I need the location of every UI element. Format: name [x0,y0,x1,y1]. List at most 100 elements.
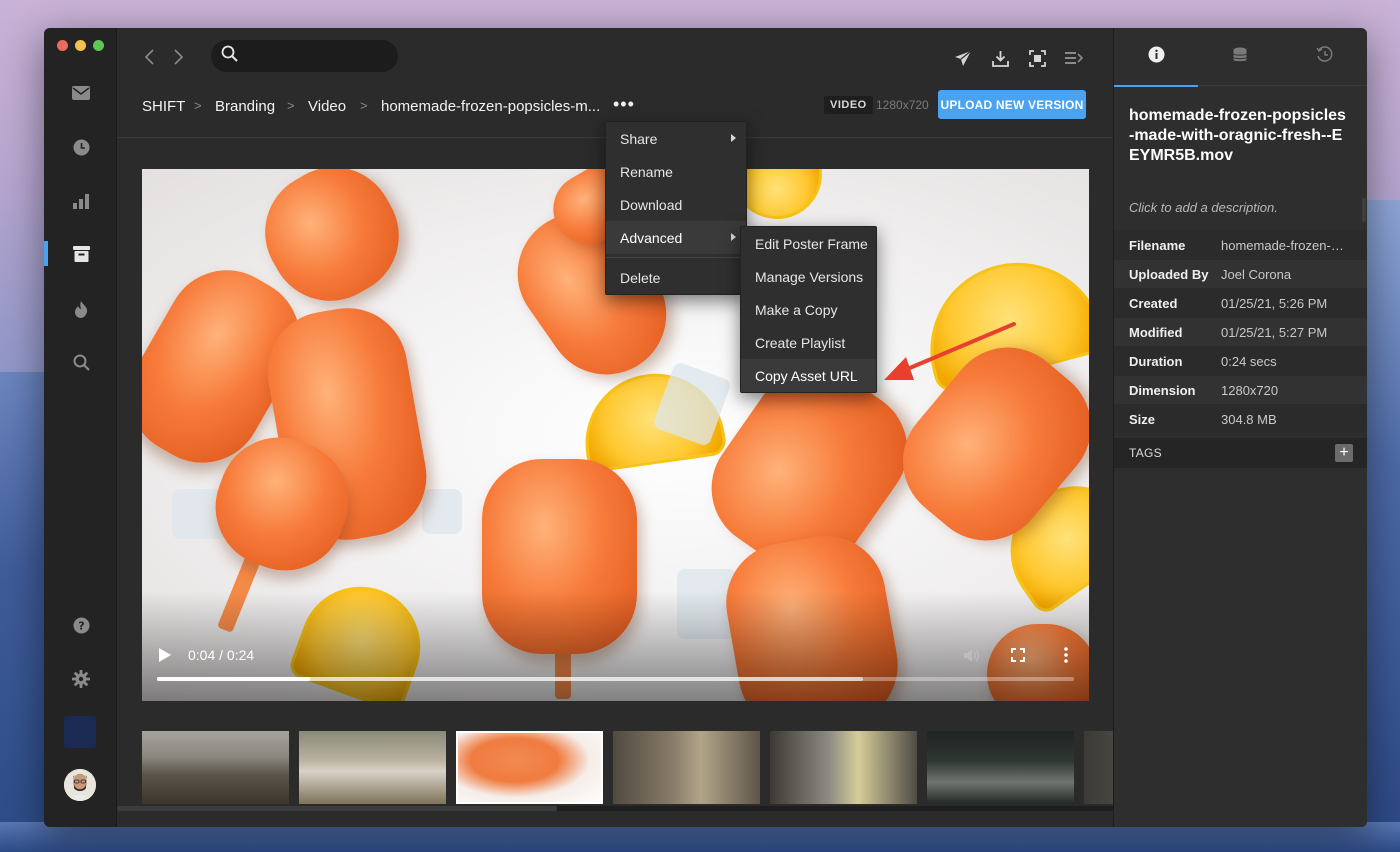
workspace-switcher[interactable] [64,716,96,748]
panel-scrollbar[interactable] [1362,198,1366,222]
menu-item-label: Create Playlist [755,334,846,351]
menu-item-edit-poster-frame[interactable]: Edit Poster Frame [741,227,876,260]
search-input[interactable] [246,48,386,64]
menu-item-delete[interactable]: Delete [606,261,746,294]
search-field[interactable] [211,40,398,72]
help-icon[interactable]: ? [68,612,94,638]
analytics-icon[interactable] [68,188,94,214]
menu-item-label: Download [620,196,683,213]
thumbnail-item[interactable] [613,731,760,804]
thumbnail-item[interactable] [299,731,446,804]
metadata-key: Uploaded By [1129,266,1209,282]
add-tag-button[interactable]: + [1335,444,1353,462]
playback-time: 0:04 / 0:24 [188,647,255,663]
chevron-right-icon: > [194,98,202,113]
menu-item-label: Edit Poster Frame [755,235,868,252]
projects-icon[interactable] [68,241,94,267]
tab-history[interactable] [1282,28,1366,86]
search-icon[interactable] [68,349,94,375]
share-send-icon[interactable] [953,48,973,68]
zoom-window-button[interactable] [93,40,104,51]
chevron-right-icon: > [287,98,295,113]
asset-context-menu: Share Rename Download Advanced Delete [605,121,747,295]
avatar[interactable] [64,769,96,801]
thumbnail-item[interactable] [1084,731,1113,804]
menu-item-label: Rename [620,163,673,180]
menu-item-rename[interactable]: Rename [606,155,746,188]
metadata-key: Dimension [1129,382,1196,398]
menu-item-advanced[interactable]: Advanced [606,221,746,254]
metadata-row: Created 01/25/21, 5:26 PM [1114,288,1367,317]
info-icon [1148,46,1165,68]
back-button[interactable] [139,46,159,68]
chevron-right-icon: > [360,98,368,113]
recent-icon[interactable] [68,134,94,160]
menu-item-share[interactable]: Share [606,122,746,155]
filmstrip-scrollbar[interactable] [117,806,1113,811]
asset-filmstrip [142,731,1113,804]
compare-frame-icon[interactable] [1027,48,1047,68]
thumbnail-item[interactable] [456,731,603,804]
menu-item-download[interactable]: Download [606,188,746,221]
metadata-row: Size 304.8 MB [1114,404,1367,433]
metadata-key: Size [1129,411,1156,427]
metadata-key: Modified [1129,324,1183,340]
breadcrumb-item-project[interactable]: Branding [215,98,275,115]
toolbar [117,28,1113,86]
more-options-button[interactable]: ••• [613,94,635,115]
metadata-value: 0:24 secs [1221,353,1277,369]
menu-item-create-playlist[interactable]: Create Playlist [741,326,876,359]
breadcrumb-item-team[interactable]: SHIFT [142,98,185,115]
submenu-arrow-icon [731,134,736,142]
toggle-panel-icon[interactable] [1064,48,1084,68]
menu-item-label: Make a Copy [755,301,838,318]
menu-item-manage-versions[interactable]: Manage Versions [741,260,876,293]
tab-storage[interactable] [1198,28,1282,86]
metadata-value: Joel Corona [1221,266,1292,282]
video-controls-overlay [142,591,1089,701]
upload-new-version-button[interactable]: UPLOAD NEW VERSION [938,90,1086,119]
tags-label: TAGS [1129,446,1162,460]
menu-item-copy-asset-url[interactable]: Copy Asset URL [741,359,876,392]
metadata-key: Duration [1129,353,1183,369]
asset-title: homemade-frozen-popsicles-made-with-orag… [1129,107,1346,164]
tab-info[interactable] [1114,28,1198,87]
play-icon[interactable] [158,647,174,663]
metadata-key: Filename [1129,237,1186,253]
metadata-value: 01/25/21, 5:27 PM [1221,324,1328,340]
left-rail: ? [44,28,117,827]
menu-divider [606,257,746,258]
gear-icon[interactable] [68,666,94,692]
description-field[interactable]: Click to add a description. [1129,200,1278,215]
inbox-icon[interactable] [68,80,94,106]
menu-item-label: Manage Versions [755,268,864,285]
metadata-value: 1280x720 [1221,382,1279,398]
download-icon[interactable] [990,48,1010,68]
fullscreen-icon[interactable] [1008,645,1028,665]
metadata-value: homemade-frozen-popsicles-made-with-orag… [1221,237,1351,253]
svg-text:?: ? [78,619,84,632]
thumbnail-item[interactable] [927,731,1074,804]
minimize-window-button[interactable] [75,40,86,51]
menu-item-make-a-copy[interactable]: Make a Copy [741,293,876,326]
volume-icon[interactable] [961,645,981,665]
tags-section: TAGS + [1114,438,1367,468]
more-vertical-icon[interactable] [1056,645,1076,665]
playback-scrubber[interactable] [157,677,1074,681]
trending-icon[interactable] [68,296,94,322]
metadata-key: Created [1129,295,1178,311]
menu-item-label: Delete [620,269,661,286]
forward-button[interactable] [168,46,188,68]
metadata-row: Uploaded By Joel Corona [1114,259,1367,288]
window-controls [57,40,104,51]
search-icon [221,45,238,67]
asset-type-badge: VIDEO [824,96,873,114]
close-window-button[interactable] [57,40,68,51]
metadata-row: Filename homemade-frozen-popsicles-made-w… [1114,230,1367,259]
menu-item-label: Share [620,130,658,147]
filmstrip-scrollbar-thumb[interactable] [117,806,557,811]
thumbnail-item[interactable] [142,731,289,804]
breadcrumb-item-asset: homemade-frozen-popsicles-m... [381,98,601,115]
breadcrumb-item-folder[interactable]: Video [308,98,346,115]
thumbnail-item[interactable] [770,731,917,804]
